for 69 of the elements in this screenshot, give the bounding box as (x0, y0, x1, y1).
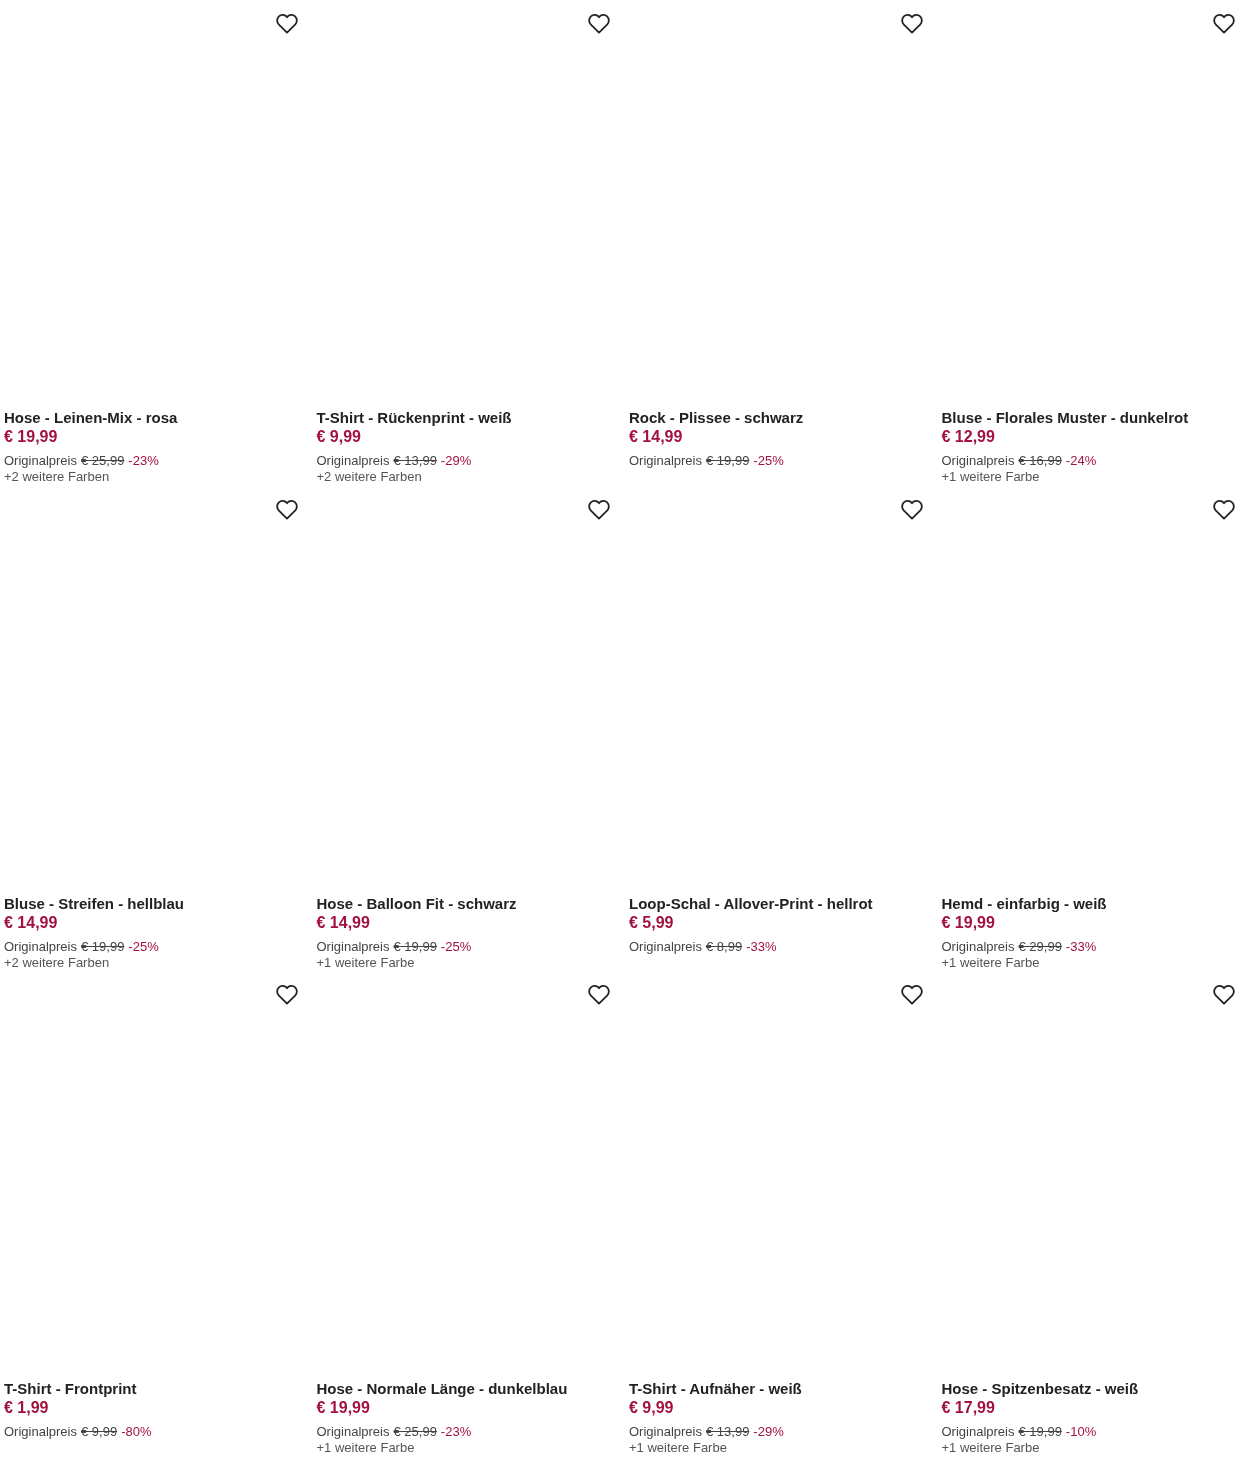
discount-percent: -25% (753, 453, 784, 469)
product-title[interactable]: T-Shirt - Frontprint (4, 1380, 309, 1398)
product-title[interactable]: Hose - Normale Länge - dunkelblau (316, 1380, 621, 1398)
discount-percent: -25% (128, 938, 159, 955)
original-price-label: Originalpreis (941, 453, 1015, 469)
discount-percent: -23% (440, 1424, 472, 1440)
product-price: € 14,99 (4, 912, 59, 933)
product-price: € 9,99 (316, 427, 362, 447)
original-price: € 25,99 (81, 453, 125, 469)
product-price: € 1,99 (4, 1398, 50, 1418)
original-price-label: Originalpreis (4, 1424, 77, 1440)
product-price: € 9,99 (629, 1398, 675, 1418)
product-title[interactable]: Bluse - Florales Muster - dunkelrot (941, 409, 1246, 427)
original-price-label: Originalpreis (316, 938, 390, 955)
discount-percent: -33% (746, 938, 777, 955)
original-price-label: Originalpreis (316, 1424, 390, 1440)
more-colors-note: +1 weitere Farbe (941, 469, 1041, 485)
original-price-label: Originalpreis (316, 453, 390, 469)
product-title[interactable]: Hemd - einfarbig - weiß (941, 894, 1246, 913)
original-price-label: Originalpreis (941, 1424, 1015, 1440)
product-title[interactable]: T-Shirt - Aufnäher - weiß (629, 1380, 934, 1398)
more-colors-note: +1 weitere Farbe (941, 954, 1041, 971)
original-price-label: Originalpreis (4, 938, 77, 955)
discount-percent: -25% (440, 938, 472, 955)
more-colors-note: +2 weitere Farben (316, 469, 423, 485)
product-price: € 19,99 (4, 427, 59, 447)
discount-percent: -23% (128, 453, 159, 469)
original-price-label: Originalpreis (629, 1424, 702, 1440)
original-price: € 16,99 (1018, 453, 1062, 469)
discount-percent: -10% (1065, 1424, 1097, 1440)
original-price: € 13,99 (393, 453, 437, 469)
discount-percent: -24% (1065, 453, 1097, 469)
discount-percent: -80% (121, 1424, 152, 1440)
more-colors-note: +2 weitere Farben (4, 954, 111, 971)
more-colors-note: +1 weitere Farbe (316, 1440, 416, 1456)
product-price: € 14,99 (629, 427, 684, 447)
product-price: € 19,99 (316, 1398, 371, 1418)
more-colors-note: +1 weitere Farbe (316, 954, 416, 971)
product-price: € 12,99 (941, 427, 996, 447)
original-price: € 19,99 (81, 938, 125, 955)
original-price: € 19,99 (706, 453, 750, 469)
original-price-label: Originalpreis (629, 938, 702, 955)
product-price: € 19,99 (941, 912, 996, 933)
product-title[interactable]: Bluse - Streifen - hellblau (4, 894, 309, 913)
original-price: € 25,99 (393, 1424, 437, 1440)
original-price: € 13,99 (706, 1424, 750, 1440)
original-price-label: Originalpreis (629, 453, 702, 469)
product-title[interactable]: Hose - Balloon Fit - schwarz (316, 894, 621, 913)
original-price-label: Originalpreis (941, 938, 1015, 955)
more-colors-note: +1 weitere Farbe (941, 1440, 1041, 1456)
product-price: € 17,99 (941, 1398, 996, 1418)
original-price: € 9,99 (81, 1424, 118, 1440)
original-price: € 19,99 (1018, 1424, 1062, 1440)
product-title[interactable]: T-Shirt - Rückenprint - weiß (316, 409, 621, 427)
discount-percent: -33% (1065, 938, 1097, 955)
original-price-label: Originalpreis (4, 453, 77, 469)
product-price: € 5,99 (629, 912, 675, 933)
original-price: € 29,99 (1018, 938, 1062, 955)
product-title[interactable]: Hose - Spitzenbesatz - weiß (941, 1380, 1246, 1398)
discount-percent: -29% (753, 1424, 784, 1440)
product-title[interactable]: Rock - Plissee - schwarz (629, 409, 934, 427)
original-price: € 8,99 (706, 938, 743, 955)
product-price: € 14,99 (316, 912, 371, 933)
product-title[interactable]: Loop-Schal - Allover-Print - hellrot (629, 894, 934, 913)
original-price: € 19,99 (393, 938, 437, 955)
discount-percent: -29% (440, 453, 472, 469)
product-title[interactable]: Hose - Leinen-Mix - rosa (4, 409, 309, 427)
more-colors-note: +1 weitere Farbe (629, 1440, 728, 1456)
more-colors-note: +2 weitere Farben (4, 469, 111, 485)
